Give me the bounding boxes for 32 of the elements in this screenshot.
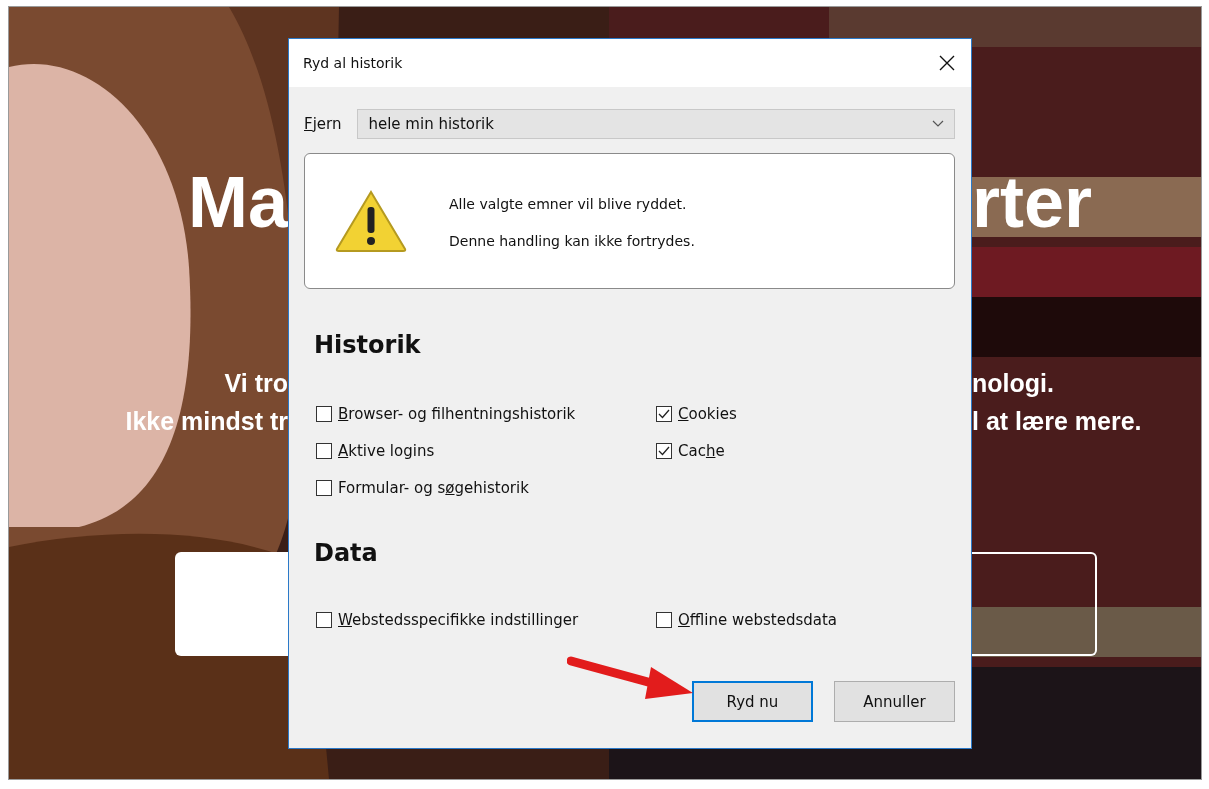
section-heading: Historik [314,331,422,359]
checkbox[interactable] [316,443,332,459]
checkbox[interactable] [316,612,332,628]
close-icon[interactable] [939,55,955,71]
caret-icon [932,120,944,128]
checkbox[interactable] [656,443,672,459]
checkbox[interactable] [656,612,672,628]
checkbox[interactable] [316,480,332,496]
warning-icon [335,189,407,253]
field-label: Fjern [304,115,342,133]
headline-text: rter [972,161,1093,244]
checkbox-label: Webstedsspecifikke indstillinger [338,610,579,631]
checkbox[interactable] [656,406,672,422]
checkbox-label: Formular- og søgehistorik [338,478,529,499]
dropdown[interactable]: hele min historik [357,109,955,139]
window-title: Ryd al historik [303,55,403,71]
checkbox-label: Cache [678,441,725,462]
message-text: Alle valgte emner vil blive ryddet. [449,195,688,214]
cancel-button[interactable]: Annuller [834,681,955,722]
checkbox-label: Cookies [678,404,737,425]
section-heading: Data [314,539,379,567]
headline-text: Ma [187,161,288,244]
message-text: Denne handling kan ikke fortrydes. [449,232,695,251]
intro-text: l at lære mere. [972,406,1142,437]
intro-text: nologi. [972,368,1054,399]
intro-text: Ikke mindst tr [125,406,288,437]
intro-text: Vi tro [224,368,288,399]
checkbox[interactable] [316,406,332,422]
checkbox-label: Offline webstedsdata [678,610,838,631]
checkbox-label: Aktive logins [338,441,435,462]
checkbox-label: Browser- og filhentningshistorik [338,404,576,425]
clear-now-button[interactable]: Ryd nu [692,681,813,722]
